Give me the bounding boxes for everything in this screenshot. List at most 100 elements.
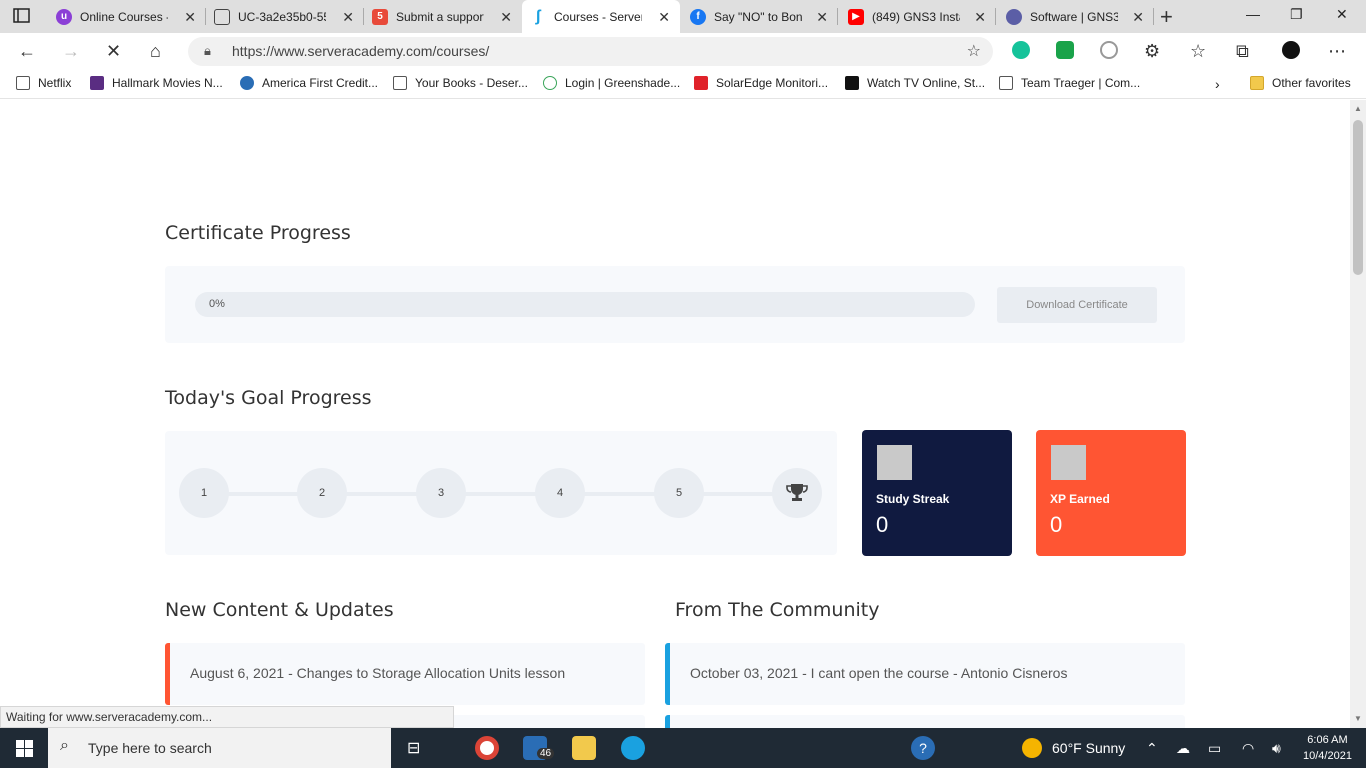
tab-courses-serveracademy[interactable]: ʃ Courses - ServerA ✕ xyxy=(522,0,680,33)
page-content: Certificate Progress 0% Download Certifi… xyxy=(0,100,1350,728)
close-tab-icon[interactable]: ✕ xyxy=(342,9,354,26)
community-item[interactable] xyxy=(665,715,1185,728)
favorite-hallmark[interactable]: Hallmark Movies N... xyxy=(90,76,223,90)
xp-earned-card: XP Earned 0 xyxy=(1036,430,1186,556)
close-tab-icon[interactable]: ✕ xyxy=(658,9,670,26)
community-item[interactable]: October 03, 2021 - I cant open the cours… xyxy=(665,643,1185,705)
close-window-button[interactable]: ✕ xyxy=(1336,6,1348,23)
favorite-team-traeger[interactable]: Team Traeger | Com... xyxy=(999,76,1140,90)
scrollbar-thumb[interactable] xyxy=(1353,120,1363,275)
grammarly-icon[interactable] xyxy=(1012,41,1030,59)
other-favorites[interactable]: Other favorites xyxy=(1250,76,1351,90)
address-bar[interactable]: 🔒︎ https://www.serveracademy.com/courses… xyxy=(188,37,993,66)
chevron-right-icon[interactable]: › xyxy=(1215,76,1220,92)
html-icon: 5 xyxy=(372,8,388,25)
solaredge-icon xyxy=(694,76,708,90)
chrome-icon[interactable] xyxy=(475,736,499,760)
task-view-icon[interactable]: ⊟ xyxy=(407,738,420,758)
tab-facebook[interactable]: f Say "NO" to Bone ✕ xyxy=(682,0,838,33)
update-item[interactable]: August 6, 2021 - Changes to Storage Allo… xyxy=(165,643,645,705)
back-button[interactable]: ← xyxy=(18,41,36,62)
weather-sun-icon[interactable] xyxy=(1022,738,1042,758)
battery-icon[interactable]: ▭ xyxy=(1208,740,1221,757)
tab-title: Courses - ServerA xyxy=(554,9,642,24)
minimize-button[interactable]: — xyxy=(1246,6,1260,22)
extension-icon[interactable] xyxy=(1100,41,1118,59)
page-scrollbar[interactable]: ▲ ▼ xyxy=(1350,100,1366,728)
hallmark-icon xyxy=(90,76,104,90)
certificate-progress-bar: 0% xyxy=(195,292,975,317)
study-streak-label: Study Streak xyxy=(876,492,950,506)
chevron-up-icon[interactable]: ⌃ xyxy=(1146,740,1158,757)
tab-youtube[interactable]: ▶ (849) GNS3 Instal ✕ xyxy=(840,0,996,33)
goal-step-5: 5 xyxy=(654,468,704,518)
tab-online-courses[interactable]: u Online Courses - ✕ xyxy=(48,0,206,33)
taskbar-search[interactable]: ⌕ Type here to search xyxy=(48,728,391,768)
youtube-icon: ▶ xyxy=(848,8,864,25)
status-bar: Waiting for www.serveracademy.com... xyxy=(0,706,454,728)
tab-support[interactable]: 5 Submit a support ✕ xyxy=(364,0,522,33)
tab-gns3[interactable]: Software | GNS3 ✕ xyxy=(998,0,1154,33)
serveracademy-icon: ʃ xyxy=(535,7,541,25)
clock-time: 6:06 AM xyxy=(1307,734,1348,746)
goal-step-4: 4 xyxy=(535,468,585,518)
mail-badge: 46 xyxy=(537,748,555,759)
favorite-your-books[interactable]: Your Books - Deser... xyxy=(393,76,528,90)
new-tab-button[interactable]: + xyxy=(1160,4,1173,30)
folder-icon xyxy=(1250,76,1264,90)
tab-actions-icon[interactable] xyxy=(12,7,32,25)
wifi-icon[interactable]: ◠ xyxy=(1242,740,1254,757)
extensions-icon[interactable]: ⚙ xyxy=(1144,41,1160,62)
collections-icon[interactable]: ⧉ xyxy=(1236,41,1249,62)
page-icon xyxy=(16,76,30,90)
xp-earned-value: 0 xyxy=(1050,512,1063,537)
community-item-text[interactable]: October 03, 2021 - I cant open the cours… xyxy=(690,665,1067,681)
study-streak-card: Study Streak 0 xyxy=(862,430,1012,556)
america-first-icon xyxy=(240,76,254,90)
greenshade-icon xyxy=(543,76,557,90)
edge-icon[interactable] xyxy=(621,736,645,760)
favorite-solaredge[interactable]: SolarEdge Monitori... xyxy=(694,76,828,90)
help-icon[interactable]: ? xyxy=(911,736,935,760)
close-tab-icon[interactable]: ✕ xyxy=(974,9,986,26)
weather-text[interactable]: 60°F Sunny xyxy=(1052,740,1125,756)
add-favorite-icon[interactable]: ☆ xyxy=(967,41,981,61)
favorite-netflix[interactable]: Netflix xyxy=(16,76,71,90)
xp-earned-label: XP Earned xyxy=(1050,492,1110,506)
tab-title: Software | GNS3 xyxy=(1030,9,1118,24)
windows-start-icon[interactable] xyxy=(16,740,33,762)
stop-loading-button[interactable]: ✕ xyxy=(106,41,121,62)
download-certificate-button[interactable]: Download Certificate xyxy=(997,287,1157,323)
facebook-icon: f xyxy=(690,8,706,25)
forward-button[interactable]: → xyxy=(62,41,80,62)
windows-taskbar: ⌕ Type here to search ⊟ 46 ? 60°F Sunny … xyxy=(0,728,1366,768)
checkmark-extension-icon[interactable] xyxy=(1056,41,1074,59)
tab-certificate-file[interactable]: UC-3a2e35b0-55 ✕ xyxy=(206,0,364,33)
tab-strip: u Online Courses - ✕ UC-3a2e35b0-55 ✕ 5 … xyxy=(0,0,1366,33)
volume-icon[interactable]: 🔊︎ xyxy=(1272,740,1281,757)
trophy-icon xyxy=(772,468,822,518)
favorites-icon[interactable]: ☆ xyxy=(1190,41,1206,62)
profile-avatar[interactable] xyxy=(1282,41,1300,59)
clock[interactable]: 6:06 AM 10/4/2021 xyxy=(1303,732,1352,764)
tab-title: Say "NO" to Bone xyxy=(714,9,802,24)
favorite-watch-tv[interactable]: Watch TV Online, St... xyxy=(845,76,985,90)
mail-icon[interactable]: 46 xyxy=(523,736,555,760)
close-tab-icon[interactable]: ✕ xyxy=(816,9,828,26)
scroll-up-icon[interactable]: ▲ xyxy=(1354,104,1362,113)
certificate-heading: Certificate Progress xyxy=(165,222,351,244)
favorite-greenshade[interactable]: Login | Greenshade... xyxy=(543,76,680,90)
home-button[interactable]: ⌂ xyxy=(150,41,161,62)
close-tab-icon[interactable]: ✕ xyxy=(500,9,512,26)
update-item-text[interactable]: August 6, 2021 - Changes to Storage Allo… xyxy=(190,665,565,681)
scroll-down-icon[interactable]: ▼ xyxy=(1354,714,1362,723)
close-tab-icon[interactable]: ✕ xyxy=(184,9,196,26)
restore-button[interactable]: ❐ xyxy=(1290,6,1303,23)
close-tab-icon[interactable]: ✕ xyxy=(1132,9,1144,26)
settings-menu-icon[interactable]: ⋯ xyxy=(1328,41,1346,62)
file-explorer-icon[interactable] xyxy=(572,736,596,760)
onedrive-icon[interactable]: ☁ xyxy=(1176,740,1190,757)
lock-icon[interactable]: 🔒︎ xyxy=(204,43,211,59)
url-text[interactable]: https://www.serveracademy.com/courses/ xyxy=(232,43,489,59)
favorite-america-first[interactable]: America First Credit... xyxy=(240,76,378,90)
